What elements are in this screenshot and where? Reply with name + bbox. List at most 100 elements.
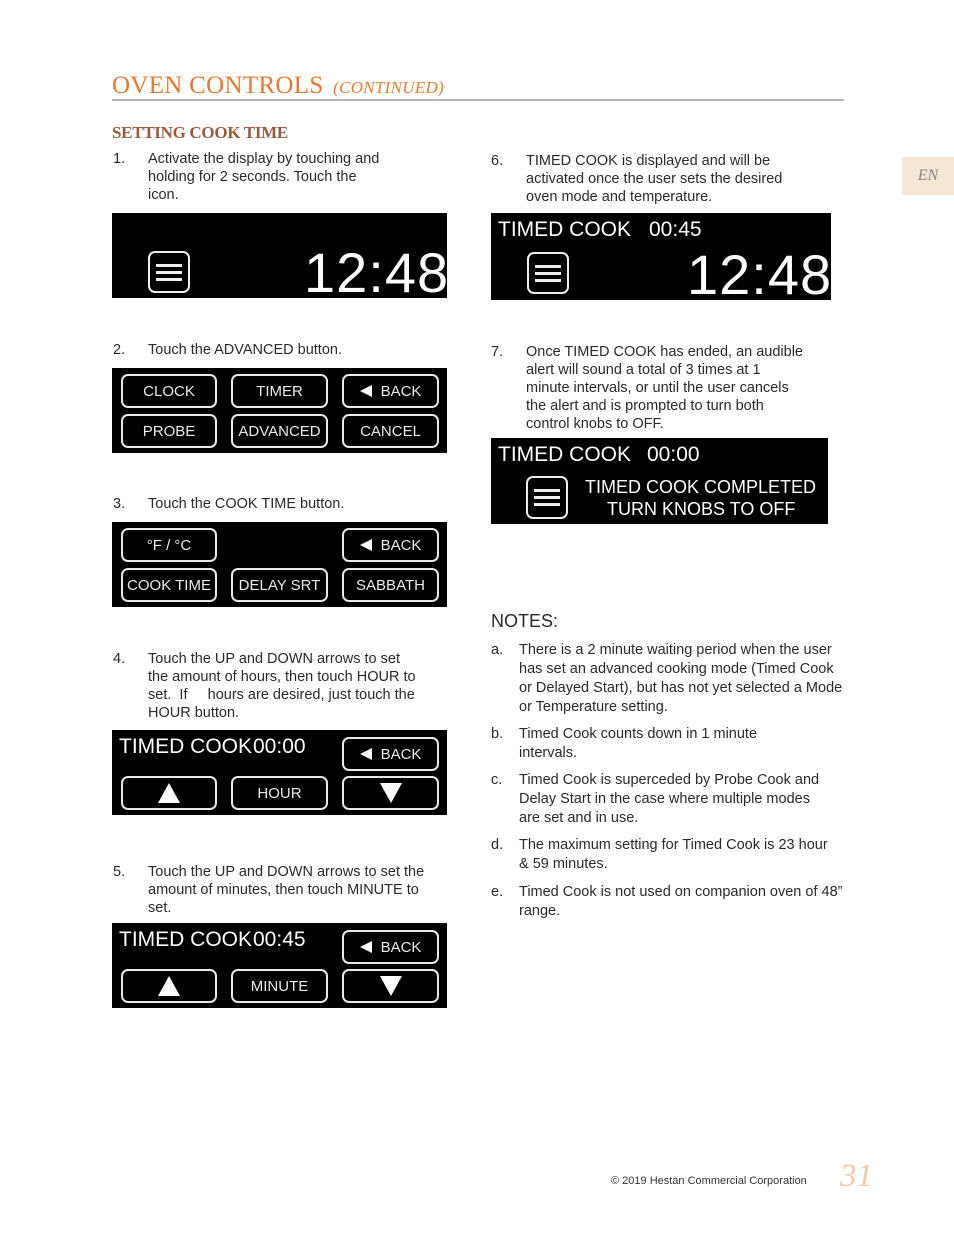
step-text-line: Touch the COOK TIME button.: [148, 496, 345, 512]
title-continued: (CONTINUED): [333, 78, 445, 97]
step-number: 7.: [491, 344, 504, 360]
down-arrow-icon: [379, 783, 402, 803]
note-c: c. Timed Cook is superceded by Probe Coo…: [491, 771, 851, 831]
step-text-line: control knobs to OFF.: [526, 416, 664, 432]
note-text: Timed Cook is not used on companion oven…: [519, 884, 843, 919]
note-text: Timed Cook is superceded by Probe Cook a…: [519, 772, 820, 826]
back-button[interactable]: BACK: [342, 374, 439, 408]
display-set-hours: TIMED COOK 00:00 BACK HOUR: [112, 730, 447, 815]
step-text-line: Touch the UP and DOWN arrows to set: [148, 651, 400, 667]
step-text-line: set. If hours are desired, just touch th…: [148, 687, 415, 703]
back-button[interactable]: BACK: [342, 528, 439, 562]
sabbath-button[interactable]: SABBATH: [342, 568, 439, 602]
timed-cook-label: TIMED COOK: [119, 735, 253, 758]
minute-button[interactable]: MINUTE: [231, 969, 328, 1003]
step-number: 2.: [113, 342, 126, 358]
page-title: OVEN CONTROLS (CONTINUED): [112, 72, 444, 100]
header-divider: [112, 99, 844, 101]
timed-cook-time: 00:00: [253, 735, 306, 758]
completed-message: TIMED COOK COMPLETED: [585, 477, 817, 497]
up-arrow-icon: [158, 783, 180, 803]
note-e: e. Timed Cook is not used on companion o…: [491, 883, 851, 923]
clock-button[interactable]: CLOCK: [121, 374, 217, 408]
note-letter: b.: [491, 726, 504, 742]
back-button[interactable]: BACK: [342, 930, 439, 964]
up-arrow-button[interactable]: [121, 776, 217, 810]
step-text-line: set.: [148, 900, 172, 916]
step-text-line: amount of minutes, then touch MINUTE to: [148, 882, 419, 898]
note-letter: c.: [491, 772, 503, 788]
timed-cook-time: 00:00: [647, 443, 700, 466]
probe-button[interactable]: PROBE: [121, 414, 217, 448]
menu-icon[interactable]: [148, 251, 190, 293]
note-letter: d.: [491, 837, 504, 853]
back-label: BACK: [380, 382, 422, 400]
display-main-menu: CLOCK TIMER BACK PROBE ADVANCED CANCEL: [112, 368, 447, 453]
step-number: 5.: [113, 864, 126, 880]
up-arrow-icon: [158, 976, 180, 996]
step-number: 6.: [491, 153, 504, 169]
note-letter: a.: [491, 642, 504, 658]
down-arrow-button[interactable]: [342, 776, 439, 810]
note-text: The maximum setting for Timed Cook is 23…: [519, 837, 828, 872]
hour-button[interactable]: HOUR: [231, 776, 328, 810]
display-set-minutes: TIMED COOK 00:45 BACK MINUTE: [112, 923, 447, 1008]
display-timed-cook-complete: TIMED COOK 00:00 TIMED COOK COMPLETED TU…: [491, 438, 828, 524]
step-text-line: Touch the UP and DOWN arrows to set the: [148, 864, 425, 880]
delay-start-button[interactable]: DELAY SRT: [231, 568, 328, 602]
note-text: Timed Cook counts down in 1 minute inter…: [519, 726, 758, 761]
knobs-off-message: TURN KNOBS TO OFF: [607, 499, 796, 519]
clock-readout: 12:48: [687, 243, 833, 306]
page-number: 31: [840, 1158, 873, 1194]
step-text-line: the amount of hours, then touch HOUR to: [148, 669, 416, 685]
step-text-line: TIMED COOK is displayed and will be: [526, 153, 771, 169]
step-text-line: oven mode and temperature.: [526, 189, 713, 205]
timed-cook-time: 00:45: [253, 928, 306, 951]
note-a: a. There is a 2 minute waiting period wh…: [491, 641, 851, 721]
display-timed-cook-active: TIMED COOK 00:45 12:48: [491, 213, 833, 306]
step-text-line: Activate the display by touching and: [148, 151, 380, 167]
section-title: SETTING COOK TIME: [112, 123, 288, 142]
note-text: There is a 2 minute waiting period when …: [519, 642, 843, 715]
note-b: b. Timed Cook counts down in 1 minute in…: [491, 725, 851, 765]
up-arrow-button[interactable]: [121, 969, 217, 1003]
step-text-line: Touch the ADVANCED button.: [148, 342, 342, 358]
display-advanced-menu: °F / °C BACK COOK TIME DELAY SRT SABBATH: [112, 522, 447, 607]
step-text-line: alert will sound a total of 3 times at 1: [526, 362, 761, 378]
timer-button[interactable]: TIMER: [231, 374, 328, 408]
language-tab[interactable]: EN: [902, 157, 954, 195]
back-button[interactable]: BACK: [342, 737, 439, 771]
cancel-button[interactable]: CANCEL: [342, 414, 439, 448]
back-arrow-icon: [359, 385, 372, 397]
back-label: BACK: [380, 745, 422, 763]
timed-cook-time: 00:45: [649, 218, 702, 241]
clock-readout: 12:48: [304, 241, 450, 304]
back-label: BACK: [380, 938, 422, 956]
step-text-line: icon.: [148, 187, 179, 203]
note-d: d. The maximum setting for Timed Cook is…: [491, 836, 851, 876]
step-text-line: the alert and is prompted to turn both: [526, 398, 764, 414]
back-arrow-icon: [359, 539, 372, 551]
step-text-line: Once TIMED COOK has ended, an audible: [526, 344, 803, 360]
timed-cook-label: TIMED COOK: [119, 928, 253, 951]
down-arrow-icon: [379, 976, 402, 996]
down-arrow-button[interactable]: [342, 969, 439, 1003]
step-text-line: minute intervals, or until the user canc…: [526, 380, 789, 396]
menu-icon[interactable]: [527, 252, 569, 294]
step-text-line: activated once the user sets the desired: [526, 171, 783, 187]
cook-time-button[interactable]: COOK TIME: [121, 568, 217, 602]
advanced-button[interactable]: ADVANCED: [231, 414, 328, 448]
timed-cook-label: TIMED COOK: [498, 218, 632, 241]
title-text: OVEN CONTROLS: [112, 72, 324, 99]
step-number: 4.: [113, 651, 126, 667]
step-text-line: holding for 2 seconds. Touch the: [148, 169, 357, 185]
temp-unit-button[interactable]: °F / °C: [121, 528, 217, 562]
step-text-line: HOUR button.: [148, 705, 240, 721]
note-letter: e.: [491, 884, 504, 900]
copyright: © 2019 Hestan Commercial Corporation: [611, 1175, 807, 1187]
menu-icon[interactable]: [526, 476, 568, 519]
step-number: 3.: [113, 496, 126, 512]
back-label: BACK: [380, 536, 422, 554]
back-arrow-icon: [359, 941, 372, 953]
notes-title: NOTES:: [491, 611, 559, 631]
